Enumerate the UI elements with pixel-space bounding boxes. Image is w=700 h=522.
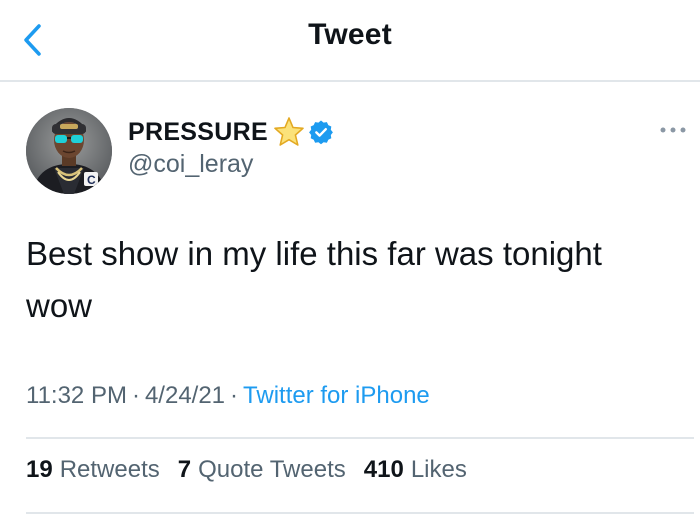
likes-label: Likes: [410, 456, 467, 483]
display-name[interactable]: PRESSURE: [128, 118, 268, 147]
tweet-source-link[interactable]: Twitter for iPhone: [243, 382, 430, 409]
avatar[interactable]: C: [26, 108, 112, 194]
meta-separator: ·: [131, 382, 140, 409]
tweet-text-line-1: Best show in my life this far was tonigh…: [26, 235, 602, 272]
quote-tweets-label: Quote Tweets: [198, 456, 346, 483]
divider: [26, 437, 694, 439]
svg-text:C: C: [87, 173, 96, 187]
tweet-text-line-2: wow: [26, 287, 93, 324]
avatar-photo: C: [26, 108, 112, 194]
retweets-stat[interactable]: 19 Retweets: [26, 456, 160, 484]
more-options-button[interactable]: [656, 118, 690, 142]
tweet-text: Best show in my life this far was tonigh…: [26, 228, 686, 332]
likes-stat[interactable]: 410 Likes: [364, 456, 467, 484]
tweet-metadata: 11:32 PM · 4/24/21 · Twitter for iPhone: [26, 382, 430, 410]
display-name-row[interactable]: PRESSURE: [128, 114, 334, 150]
top-navigation-bar: Tweet: [0, 0, 700, 82]
quote-tweets-count: 7: [177, 456, 192, 483]
tweet-date[interactable]: 4/24/21: [145, 382, 225, 409]
more-horizontal-icon: [660, 127, 686, 133]
divider: [26, 512, 694, 514]
meta-separator: ·: [230, 382, 239, 409]
retweets-count: 19: [26, 456, 53, 483]
user-handle[interactable]: @coi_leray: [128, 150, 253, 179]
engagement-stats: 19 Retweets 7 Quote Tweets 410 Likes: [26, 456, 467, 484]
tweet-detail-screen: Tweet C PRESSURE @coi_leray Best show in…: [0, 0, 700, 522]
page-title: Tweet: [308, 18, 392, 51]
tweet-time[interactable]: 11:32 PM: [26, 382, 127, 409]
verified-badge-icon: [309, 120, 333, 145]
likes-count: 410: [363, 456, 404, 483]
retweets-label: Retweets: [59, 456, 160, 483]
quote-tweets-stat[interactable]: 7 Quote Tweets: [178, 456, 346, 484]
star-icon: [274, 117, 304, 146]
